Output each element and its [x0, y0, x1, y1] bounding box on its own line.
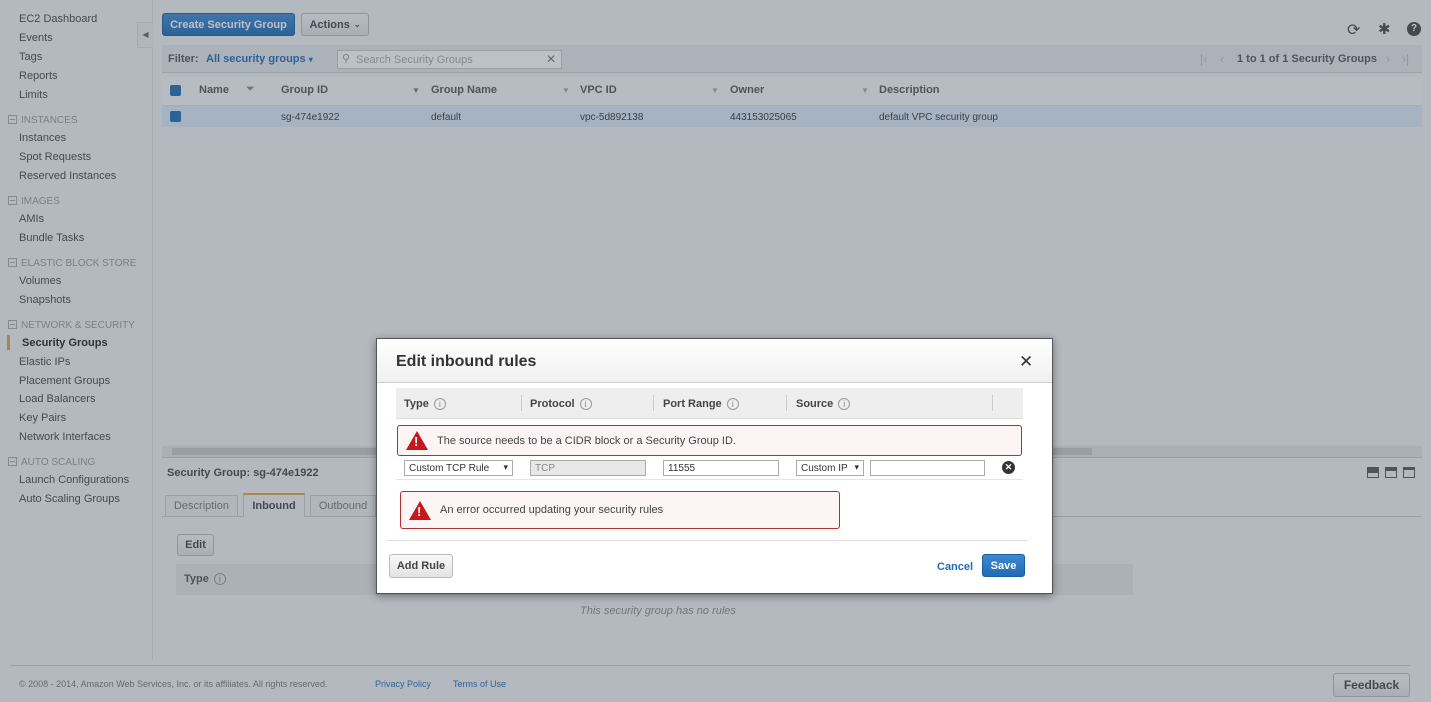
- column-type: Type i: [404, 398, 446, 410]
- add-rule-button[interactable]: Add Rule: [389, 554, 453, 578]
- dialog-title: Edit inbound rules: [396, 353, 537, 370]
- warning-icon: [409, 500, 431, 520]
- info-icon: i: [838, 398, 851, 410]
- edit-inbound-rules-dialog: Edit inbound rules ✕ Type i Protocol i Por…: [376, 338, 1053, 594]
- info-icon: i: [726, 398, 739, 410]
- warning-icon: [406, 431, 428, 450]
- source-error-text: The source needs to be a CIDR block or a…: [437, 434, 736, 447]
- cancel-button[interactable]: Cancel: [937, 561, 973, 573]
- update-error-alert: An error occurred updating your security…: [400, 491, 840, 529]
- source-error-alert: The source needs to be a CIDR block or a…: [397, 425, 1022, 456]
- source-type-select[interactable]: Custom IP: [796, 460, 864, 476]
- update-error-text: An error occurred updating your security…: [440, 504, 664, 516]
- info-icon: i: [433, 398, 446, 410]
- remove-rule-icon[interactable]: ✕: [1002, 461, 1015, 474]
- column-protocol: Protocol i: [530, 398, 592, 410]
- source-input[interactable]: [870, 460, 985, 476]
- protocol-field: TCP: [530, 460, 646, 476]
- type-select[interactable]: Custom TCP Rule: [404, 460, 513, 476]
- port-range-input[interactable]: 11555: [663, 460, 779, 476]
- save-button[interactable]: Save: [982, 554, 1025, 577]
- close-icon[interactable]: ✕: [1019, 352, 1033, 372]
- column-port-range: Port Range i: [663, 398, 739, 410]
- column-source: Source i: [796, 398, 851, 410]
- info-icon: i: [579, 398, 592, 410]
